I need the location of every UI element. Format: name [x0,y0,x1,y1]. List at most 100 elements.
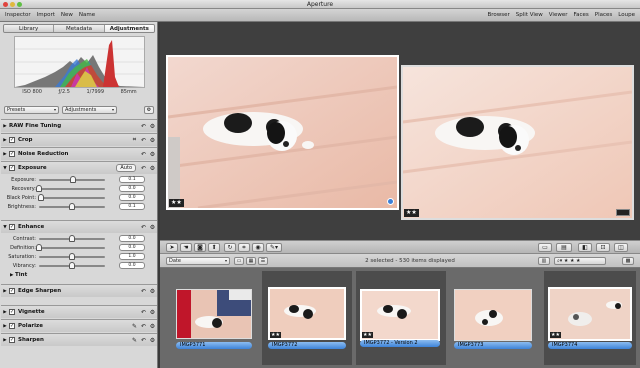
reset-icon[interactable]: ↶ [139,288,148,295]
filmstrip-cell-selected[interactable]: ★★ IMGP3774 [544,271,636,365]
split-view-icon[interactable]: ◫ [614,243,628,252]
grid-size-icon[interactable]: ▩ [622,257,634,265]
brick-polarize[interactable]: ▶ ✓ Polarize ✎ ↶ ⚙ [1,319,157,332]
checkbox-edge-sharpen[interactable]: ✓ [9,288,15,294]
checkbox-sharpen[interactable]: ✓ [9,337,15,343]
slider-knob[interactable] [70,175,77,183]
slider-knob[interactable] [69,202,75,210]
gear-icon[interactable]: ⚙ [148,309,157,316]
checkbox-crop[interactable]: ✓ [9,137,15,143]
reset-icon[interactable]: ↶ [139,137,148,144]
reset-icon[interactable]: ↶ [139,337,148,344]
browser-options-icon[interactable]: ▥ [538,257,550,265]
disclosure-triangle-icon[interactable]: ▶ [1,289,9,294]
brick-crop[interactable]: ▶ ✓ Crop ⌗ ↶ ⚙ [1,133,157,146]
filmstrip-cell[interactable]: IMGP3773 [450,271,540,365]
view-toggle-icon[interactable]: ▭ [538,243,552,252]
toolbar-import[interactable]: Import [37,9,55,22]
slider-track[interactable] [39,202,105,210]
thumbnail[interactable] [454,289,532,341]
tab-library[interactable]: Library [4,25,55,32]
reset-icon[interactable]: ↶ [139,123,148,130]
disclosure-triangle-icon[interactable]: ▶ [1,338,9,343]
disclosure-triangle-icon[interactable]: ▶ [1,124,9,129]
disclosure-triangle-icon[interactable]: ▶ [1,138,9,143]
slider-track[interactable] [37,193,105,201]
slider-value-field[interactable]: 1.0 [119,253,145,260]
slider-knob[interactable] [36,184,42,192]
stamp-icon[interactable]: ◙ [194,243,206,252]
filmstrip-cell-selected[interactable]: ★★ IMGP3772 [262,271,352,365]
toolbar-browser[interactable]: Browser [487,9,509,22]
brick-noise-reduction[interactable]: ▶ ✓ Noise Reduction ↶ ⚙ [1,147,157,160]
reset-icon[interactable]: ↶ [139,309,148,316]
slider-value-field[interactable]: 0.0 [119,235,145,242]
slider-knob[interactable] [69,261,75,269]
toolbar-faces[interactable]: Faces [573,9,588,22]
filmstrip-view-icon[interactable]: ▭ [234,257,244,265]
gear-icon[interactable]: ⚙ [148,337,157,344]
gear-icon[interactable]: ⚙ [148,288,157,295]
brick-raw-fine-tuning[interactable]: ▶ RAW Fine Tuning ↶ ⚙ [1,119,157,132]
auto-exposure-button[interactable]: Auto [116,164,136,172]
slider-knob[interactable] [36,243,42,251]
viewer-photo-primary[interactable]: ★★ [166,55,399,210]
reset-icon[interactable]: ↶ [139,224,148,231]
brick-exposure[interactable]: ▼ ✓ Exposure Auto ↶ ⚙ [1,161,157,174]
lift-icon[interactable]: ⬆ [208,243,220,252]
gear-icon[interactable]: ⚙ [148,123,157,130]
crop-icon[interactable]: ⌗ [130,136,139,144]
disclosure-triangle-icon[interactable]: ▼ [1,166,9,171]
eye-icon[interactable]: ◉ [252,243,264,252]
brick-edge-sharpen[interactable]: ▶ ✓ Edge Sharpen ↶ ⚙ [1,284,157,297]
disclosure-triangle-icon[interactable]: ▼ [1,225,9,230]
slider-track[interactable] [36,243,105,251]
brush-icon[interactable]: ✎ [130,337,139,344]
tab-adjustments[interactable]: Adjustments [104,25,154,32]
checkbox-enhance[interactable]: ✓ [9,224,15,230]
slider-value-field[interactable]: 0.1 [119,203,145,210]
fullscreen-icon[interactable]: ⊡ [596,243,610,252]
brick-sharpen[interactable]: ▶ ✓ Sharpen ✎ ↶ ⚙ [1,333,157,346]
disclosure-triangle-icon[interactable]: ▶ [1,324,9,329]
slider-value-field[interactable]: 0.0 [119,185,145,192]
disclosure-triangle-icon[interactable]: ▶ [1,310,9,315]
crop-icon[interactable]: ⌗ [238,243,250,252]
slider-value-field[interactable]: 0.1 [119,176,145,183]
presets-popup[interactable]: Presets ▾ [4,105,59,114]
viewer-photo-secondary[interactable]: ★★ [401,65,634,220]
slider-knob[interactable] [37,193,44,201]
grid-view-icon[interactable]: ▦ [246,257,256,265]
compare-icon[interactable]: ◧ [578,243,592,252]
filmstrip-cell-selected[interactable]: ★★ IMGP3772 - Version 2 [356,271,446,365]
thumbnail[interactable] [176,289,252,339]
rotate-icon[interactable]: ↻ [224,243,236,252]
arrow-icon[interactable]: ➤ [166,243,178,252]
brick-enhance[interactable]: ▼ ✓ Enhance ↶ ⚙ [1,220,157,233]
slider-track[interactable] [39,175,105,183]
tint-row[interactable]: ▶ Tint [10,271,27,280]
toolbar-viewer[interactable]: Viewer [549,9,568,22]
slider-knob[interactable] [69,252,75,260]
gear-icon[interactable]: ⚙ [148,224,157,231]
gear-icon[interactable]: ⚙ [148,151,157,158]
brick-vignette[interactable]: ▶ ✓ Vignette ↶ ⚙ [1,305,157,318]
gear-icon[interactable]: ⚙ [144,105,154,114]
gear-icon[interactable]: ⚙ [148,323,157,330]
slider-value-field[interactable]: 0.0 [119,244,145,251]
adjustments-popup[interactable]: Adjustments ▾ [62,105,117,114]
display-options-icon[interactable]: ▤ [556,243,572,252]
list-view-icon[interactable]: ☰ [258,257,268,265]
slider-value-field[interactable]: 0.0 [119,194,145,201]
tab-metadata[interactable]: Metadata [54,25,105,32]
brush-icon[interactable]: ✎▾ [266,243,282,252]
reset-icon[interactable]: ↶ [139,151,148,158]
slider-track[interactable] [36,184,105,192]
toolbar-inspector[interactable]: Inspector [5,9,31,22]
toolbar-new[interactable]: New [61,9,73,22]
sort-popup[interactable]: Date ▾ [166,257,230,265]
slider-track[interactable] [39,234,105,242]
filter-search-field[interactable]: ⌕▾ ★ ★ ★ [554,257,606,265]
checkbox-noise-reduction[interactable]: ✓ [9,151,15,157]
brush-icon[interactable]: ✎ [130,323,139,330]
